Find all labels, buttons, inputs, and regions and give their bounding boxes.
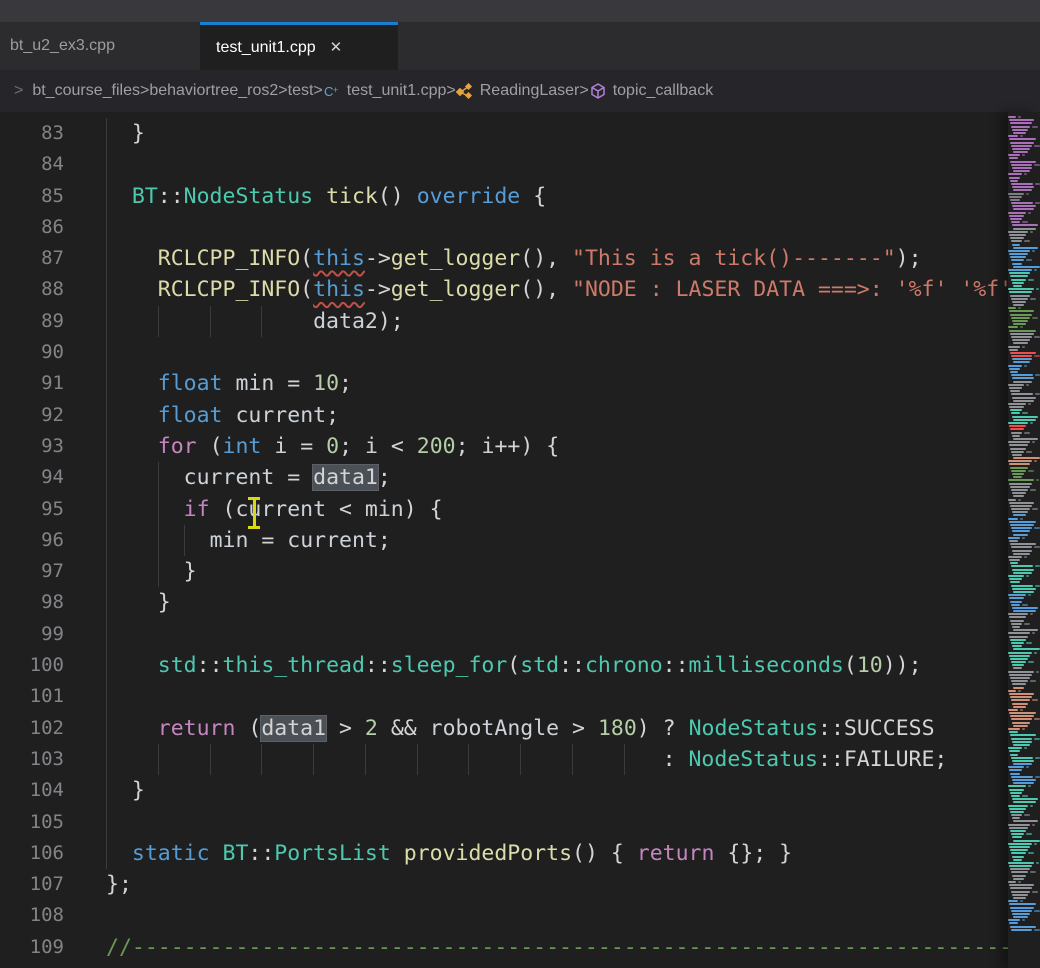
tab-test-unit1[interactable]: test_unit1.cpp ✕ bbox=[200, 22, 398, 70]
line-number: 109 bbox=[0, 932, 64, 963]
line-number: 93 bbox=[0, 431, 64, 462]
code-line-102[interactable]: 102 return (data1 > 2 && robotAngle > 18… bbox=[0, 713, 1040, 744]
line-number: 91 bbox=[0, 368, 64, 399]
line-number: 86 bbox=[0, 212, 64, 243]
code-line-89[interactable]: 89 data2); bbox=[0, 306, 1040, 337]
breadcrumb-item-test[interactable]: test bbox=[288, 82, 314, 100]
svg-text:C: C bbox=[324, 84, 333, 99]
line-number: 107 bbox=[0, 869, 64, 900]
chevron-right-icon: > bbox=[446, 82, 455, 100]
tab-label: bt_u2_ex3.cpp bbox=[10, 37, 115, 55]
breadcrumb-item-bt-course-files[interactable]: bt_course_files bbox=[32, 82, 140, 100]
code-line-109[interactable]: 109//-----------------------------------… bbox=[0, 932, 1040, 963]
chevron-right-icon: > bbox=[579, 82, 588, 100]
line-number: 95 bbox=[0, 494, 64, 525]
code-line-83[interactable]: 83 } bbox=[0, 118, 1040, 149]
line-number: 104 bbox=[0, 775, 64, 806]
symbol-field-icon bbox=[589, 82, 607, 100]
symbol-class-icon bbox=[456, 82, 474, 100]
code-line-99[interactable]: 99 bbox=[0, 619, 1040, 650]
line-number: 98 bbox=[0, 587, 64, 618]
line-number: 94 bbox=[0, 462, 64, 493]
code-line-86[interactable]: 86 bbox=[0, 212, 1040, 243]
line-number: 108 bbox=[0, 900, 64, 931]
code-line-87[interactable]: 87 RCLCPP_INFO(this->get_logger(), "This… bbox=[0, 243, 1040, 274]
editor-tab-bar: bt_u2_ex3.cpp test_unit1.cpp ✕ bbox=[0, 22, 1040, 70]
line-number: 99 bbox=[0, 619, 64, 650]
breadcrumb-item-readinglaser[interactable]: ReadingLaser bbox=[456, 82, 580, 100]
line-number: 84 bbox=[0, 149, 64, 180]
code-line-103[interactable]: 103 : NodeStatus::FAILURE; bbox=[0, 744, 1040, 775]
line-number: 97 bbox=[0, 556, 64, 587]
line-number: 87 bbox=[0, 243, 64, 274]
code-line-106[interactable]: 106 static BT::PortsList providedPorts()… bbox=[0, 838, 1040, 869]
line-number: 83 bbox=[0, 118, 64, 149]
breadcrumb-item-topic-callback[interactable]: topic_callback bbox=[589, 82, 714, 100]
line-number: 103 bbox=[0, 744, 64, 775]
code-line-104[interactable]: 104 } bbox=[0, 775, 1040, 806]
line-number: 85 bbox=[0, 181, 64, 212]
breadcrumb-item-behaviortree-ros2[interactable]: behaviortree_ros2 bbox=[149, 82, 278, 100]
chevron-right-icon: > bbox=[14, 82, 23, 100]
code-line-94[interactable]: 94 current = data1; bbox=[0, 462, 1040, 493]
code-line-105[interactable]: 105 bbox=[0, 807, 1040, 838]
breadcrumb-item-test-unit1-cpp[interactable]: C+ test_unit1.cpp bbox=[323, 82, 447, 100]
line-number: 101 bbox=[0, 681, 64, 712]
code-line-100[interactable]: 100 std::this_thread::sleep_for(std::chr… bbox=[0, 650, 1040, 681]
chevron-right-icon: > bbox=[140, 82, 149, 100]
cpp-file-icon: C+ bbox=[323, 82, 341, 100]
code-line-98[interactable]: 98 } bbox=[0, 587, 1040, 618]
code-line-107[interactable]: 107}; bbox=[0, 869, 1040, 900]
code-line-108[interactable]: 108 bbox=[0, 900, 1040, 931]
line-number: 106 bbox=[0, 838, 64, 869]
code-line-88[interactable]: 88 RCLCPP_INFO(this->get_logger(), "NODE… bbox=[0, 274, 1040, 305]
code-line-101[interactable]: 101 bbox=[0, 681, 1040, 712]
code-line-90[interactable]: 90 bbox=[0, 337, 1040, 368]
minimap[interactable] bbox=[1008, 112, 1040, 968]
code-line-97[interactable]: 97 } bbox=[0, 556, 1040, 587]
tab-label: test_unit1.cpp bbox=[216, 39, 316, 57]
chevron-right-icon: > bbox=[313, 82, 322, 100]
window-titlebar bbox=[0, 0, 1040, 22]
line-number: 96 bbox=[0, 525, 64, 556]
tab-bt-u2-ex3[interactable]: bt_u2_ex3.cpp bbox=[0, 22, 200, 70]
code-line-85[interactable]: 85 BT::NodeStatus tick() override { bbox=[0, 181, 1040, 212]
text-cursor-icon bbox=[246, 496, 262, 530]
breadcrumb: > bt_course_files > behaviortree_ros2 > … bbox=[0, 70, 1040, 112]
line-number: 100 bbox=[0, 650, 64, 681]
line-number: 89 bbox=[0, 306, 64, 337]
line-number: 88 bbox=[0, 274, 64, 305]
code-line-91[interactable]: 91 float min = 10; bbox=[0, 368, 1040, 399]
chevron-right-icon: > bbox=[278, 82, 287, 100]
close-icon[interactable]: ✕ bbox=[330, 40, 343, 55]
code-line-95[interactable]: 95 if (current < min) { bbox=[0, 494, 1040, 525]
line-number: 90 bbox=[0, 337, 64, 368]
code-editor[interactable]: 83 }8485 BT::NodeStatus tick() override … bbox=[0, 112, 1040, 968]
line-number: 105 bbox=[0, 807, 64, 838]
line-number: 92 bbox=[0, 400, 64, 431]
line-number: 102 bbox=[0, 713, 64, 744]
code-line-93[interactable]: 93 for (int i = 0; i < 200; i++) { bbox=[0, 431, 1040, 462]
code-line-84[interactable]: 84 bbox=[0, 149, 1040, 180]
svg-text:+: + bbox=[333, 85, 338, 95]
code-line-96[interactable]: 96 min = current; bbox=[0, 525, 1040, 556]
code-line-92[interactable]: 92 float current; bbox=[0, 400, 1040, 431]
